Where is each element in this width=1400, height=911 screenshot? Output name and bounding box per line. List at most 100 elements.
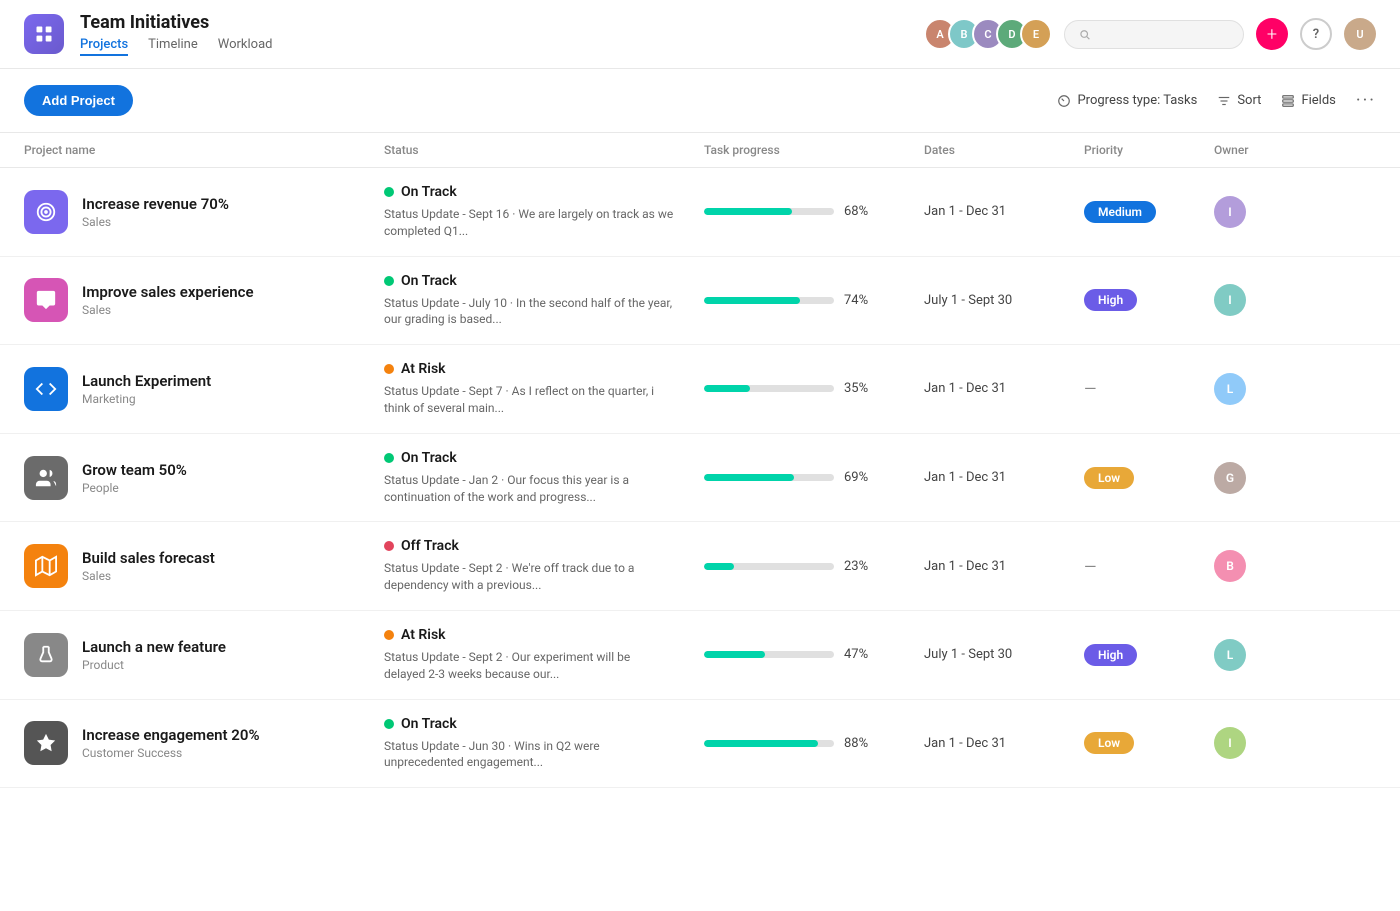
project-icon — [24, 190, 68, 234]
priority-cell: High — [1084, 289, 1214, 311]
dates-cell: Jan 1 - Dec 31 — [924, 470, 1084, 485]
add-button[interactable]: + — [1256, 18, 1288, 50]
progress-bar-fill — [704, 208, 792, 215]
status-dot — [384, 453, 394, 463]
owner-cell: I — [1214, 196, 1294, 228]
status-dot — [384, 719, 394, 729]
status-indicator: At Risk — [384, 361, 704, 377]
owner-cell: B — [1214, 550, 1294, 582]
status-cell: On Track Status Update - July 10 · In th… — [384, 273, 704, 329]
status-label: On Track — [401, 184, 457, 200]
project-team: Marketing — [82, 392, 211, 406]
col-project-name: Project name — [24, 143, 384, 157]
status-label: On Track — [401, 716, 457, 732]
app-title: Team Initiatives — [80, 12, 908, 33]
project-name: Launch Experiment — [82, 372, 211, 390]
progress-bar-fill — [704, 474, 794, 481]
project-team: Customer Success — [82, 746, 260, 760]
progress-bar-bg — [704, 385, 834, 392]
col-status: Status — [384, 143, 704, 157]
col-priority: Priority — [1084, 143, 1214, 157]
project-name: Launch a new feature — [82, 638, 226, 656]
project-details: Launch Experiment Marketing — [82, 372, 211, 406]
status-indicator: Off Track — [384, 538, 704, 554]
project-icon — [24, 721, 68, 765]
progress-bar-bg — [704, 208, 834, 215]
table-row[interactable]: Improve sales experience Sales On Track … — [0, 257, 1400, 346]
tab-projects[interactable]: Projects — [80, 37, 128, 56]
search-input[interactable] — [1098, 27, 1229, 42]
sort-option[interactable]: Sort — [1217, 93, 1261, 108]
status-dot — [384, 276, 394, 286]
priority-cell: — — [1084, 557, 1214, 576]
owner-avatar: L — [1214, 373, 1246, 405]
app-icon — [24, 14, 64, 54]
table-row[interactable]: Grow team 50% People On Track Status Upd… — [0, 434, 1400, 523]
status-indicator: At Risk — [384, 627, 704, 643]
project-info: Launch a new feature Product — [24, 633, 384, 677]
priority-badge: High — [1084, 644, 1137, 666]
tab-workload[interactable]: Workload — [218, 37, 273, 56]
status-description: Status Update - Jan 2 · Our focus this y… — [384, 472, 674, 506]
project-team: Product — [82, 658, 226, 672]
table-row[interactable]: Increase revenue 70% Sales On Track Stat… — [0, 168, 1400, 257]
add-project-button[interactable]: Add Project — [24, 85, 133, 116]
status-cell: Off Track Status Update - Sept 2 · We're… — [384, 538, 704, 594]
owner-avatar: I — [1214, 196, 1246, 228]
progress-bar-fill — [704, 651, 765, 658]
project-icon — [24, 367, 68, 411]
status-label: At Risk — [401, 627, 446, 643]
owner-cell: L — [1214, 639, 1294, 671]
status-cell: At Risk Status Update - Sept 7 · As I re… — [384, 361, 704, 417]
status-description: Status Update - Sept 2 · Our experiment … — [384, 649, 674, 683]
project-info: Build sales forecast Sales — [24, 544, 384, 588]
table-row[interactable]: Increase engagement 20% Customer Success… — [0, 700, 1400, 789]
status-dot — [384, 364, 394, 374]
user-avatar[interactable]: U — [1344, 18, 1376, 50]
project-name: Grow team 50% — [82, 461, 187, 479]
project-table: Increase revenue 70% Sales On Track Stat… — [0, 168, 1400, 788]
tab-timeline[interactable]: Timeline — [148, 37, 198, 56]
dates-cell: Jan 1 - Dec 31 — [924, 736, 1084, 751]
owner-avatar: G — [1214, 462, 1246, 494]
progress-bar-bg — [704, 474, 834, 481]
owner-avatar: I — [1214, 284, 1246, 316]
project-name: Improve sales experience — [82, 283, 254, 301]
progress-cell: 69% — [704, 470, 924, 485]
project-info: Launch Experiment Marketing — [24, 367, 384, 411]
priority-cell: Low — [1084, 467, 1214, 489]
progress-type-option[interactable]: Progress type: Tasks — [1057, 93, 1197, 108]
table-header: Project name Status Task progress Dates … — [0, 133, 1400, 168]
table-row[interactable]: Launch a new feature Product At Risk Sta… — [0, 611, 1400, 700]
table-row[interactable]: Launch Experiment Marketing At Risk Stat… — [0, 345, 1400, 434]
progress-bar-bg — [704, 563, 834, 570]
progress-bar-bg — [704, 740, 834, 747]
project-name: Increase revenue 70% — [82, 195, 229, 213]
project-info: Improve sales experience Sales — [24, 278, 384, 322]
more-options-button[interactable]: ··· — [1356, 90, 1376, 111]
col-owner: Owner — [1214, 143, 1294, 157]
dates-cell: Jan 1 - Dec 31 — [924, 204, 1084, 219]
fields-option[interactable]: Fields — [1281, 93, 1335, 108]
priority-badge: Low — [1084, 467, 1134, 489]
progress-type-label: Progress type: Tasks — [1077, 93, 1197, 108]
progress-bar-fill — [704, 740, 818, 747]
table-row[interactable]: Build sales forecast Sales Off Track Sta… — [0, 522, 1400, 611]
search-box[interactable] — [1064, 20, 1244, 49]
status-cell: On Track Status Update - Sept 16 · We ar… — [384, 184, 704, 240]
status-description: Status Update - Sept 7 · As I reflect on… — [384, 383, 674, 417]
owner-cell: I — [1214, 284, 1294, 316]
project-team: Sales — [82, 303, 254, 317]
dates-cell: July 1 - Sept 30 — [924, 293, 1084, 308]
project-team: People — [82, 481, 187, 495]
avatar-5: E — [1020, 18, 1052, 50]
header: Team Initiatives Projects Timeline Workl… — [0, 0, 1400, 69]
help-button[interactable]: ? — [1300, 18, 1332, 50]
progress-percentage: 68% — [844, 204, 876, 219]
status-indicator: On Track — [384, 184, 704, 200]
status-dot — [384, 187, 394, 197]
project-icon — [24, 544, 68, 588]
status-description: Status Update - Sept 16 · We are largely… — [384, 206, 674, 240]
project-details: Grow team 50% People — [82, 461, 187, 495]
progress-bar-fill — [704, 297, 800, 304]
